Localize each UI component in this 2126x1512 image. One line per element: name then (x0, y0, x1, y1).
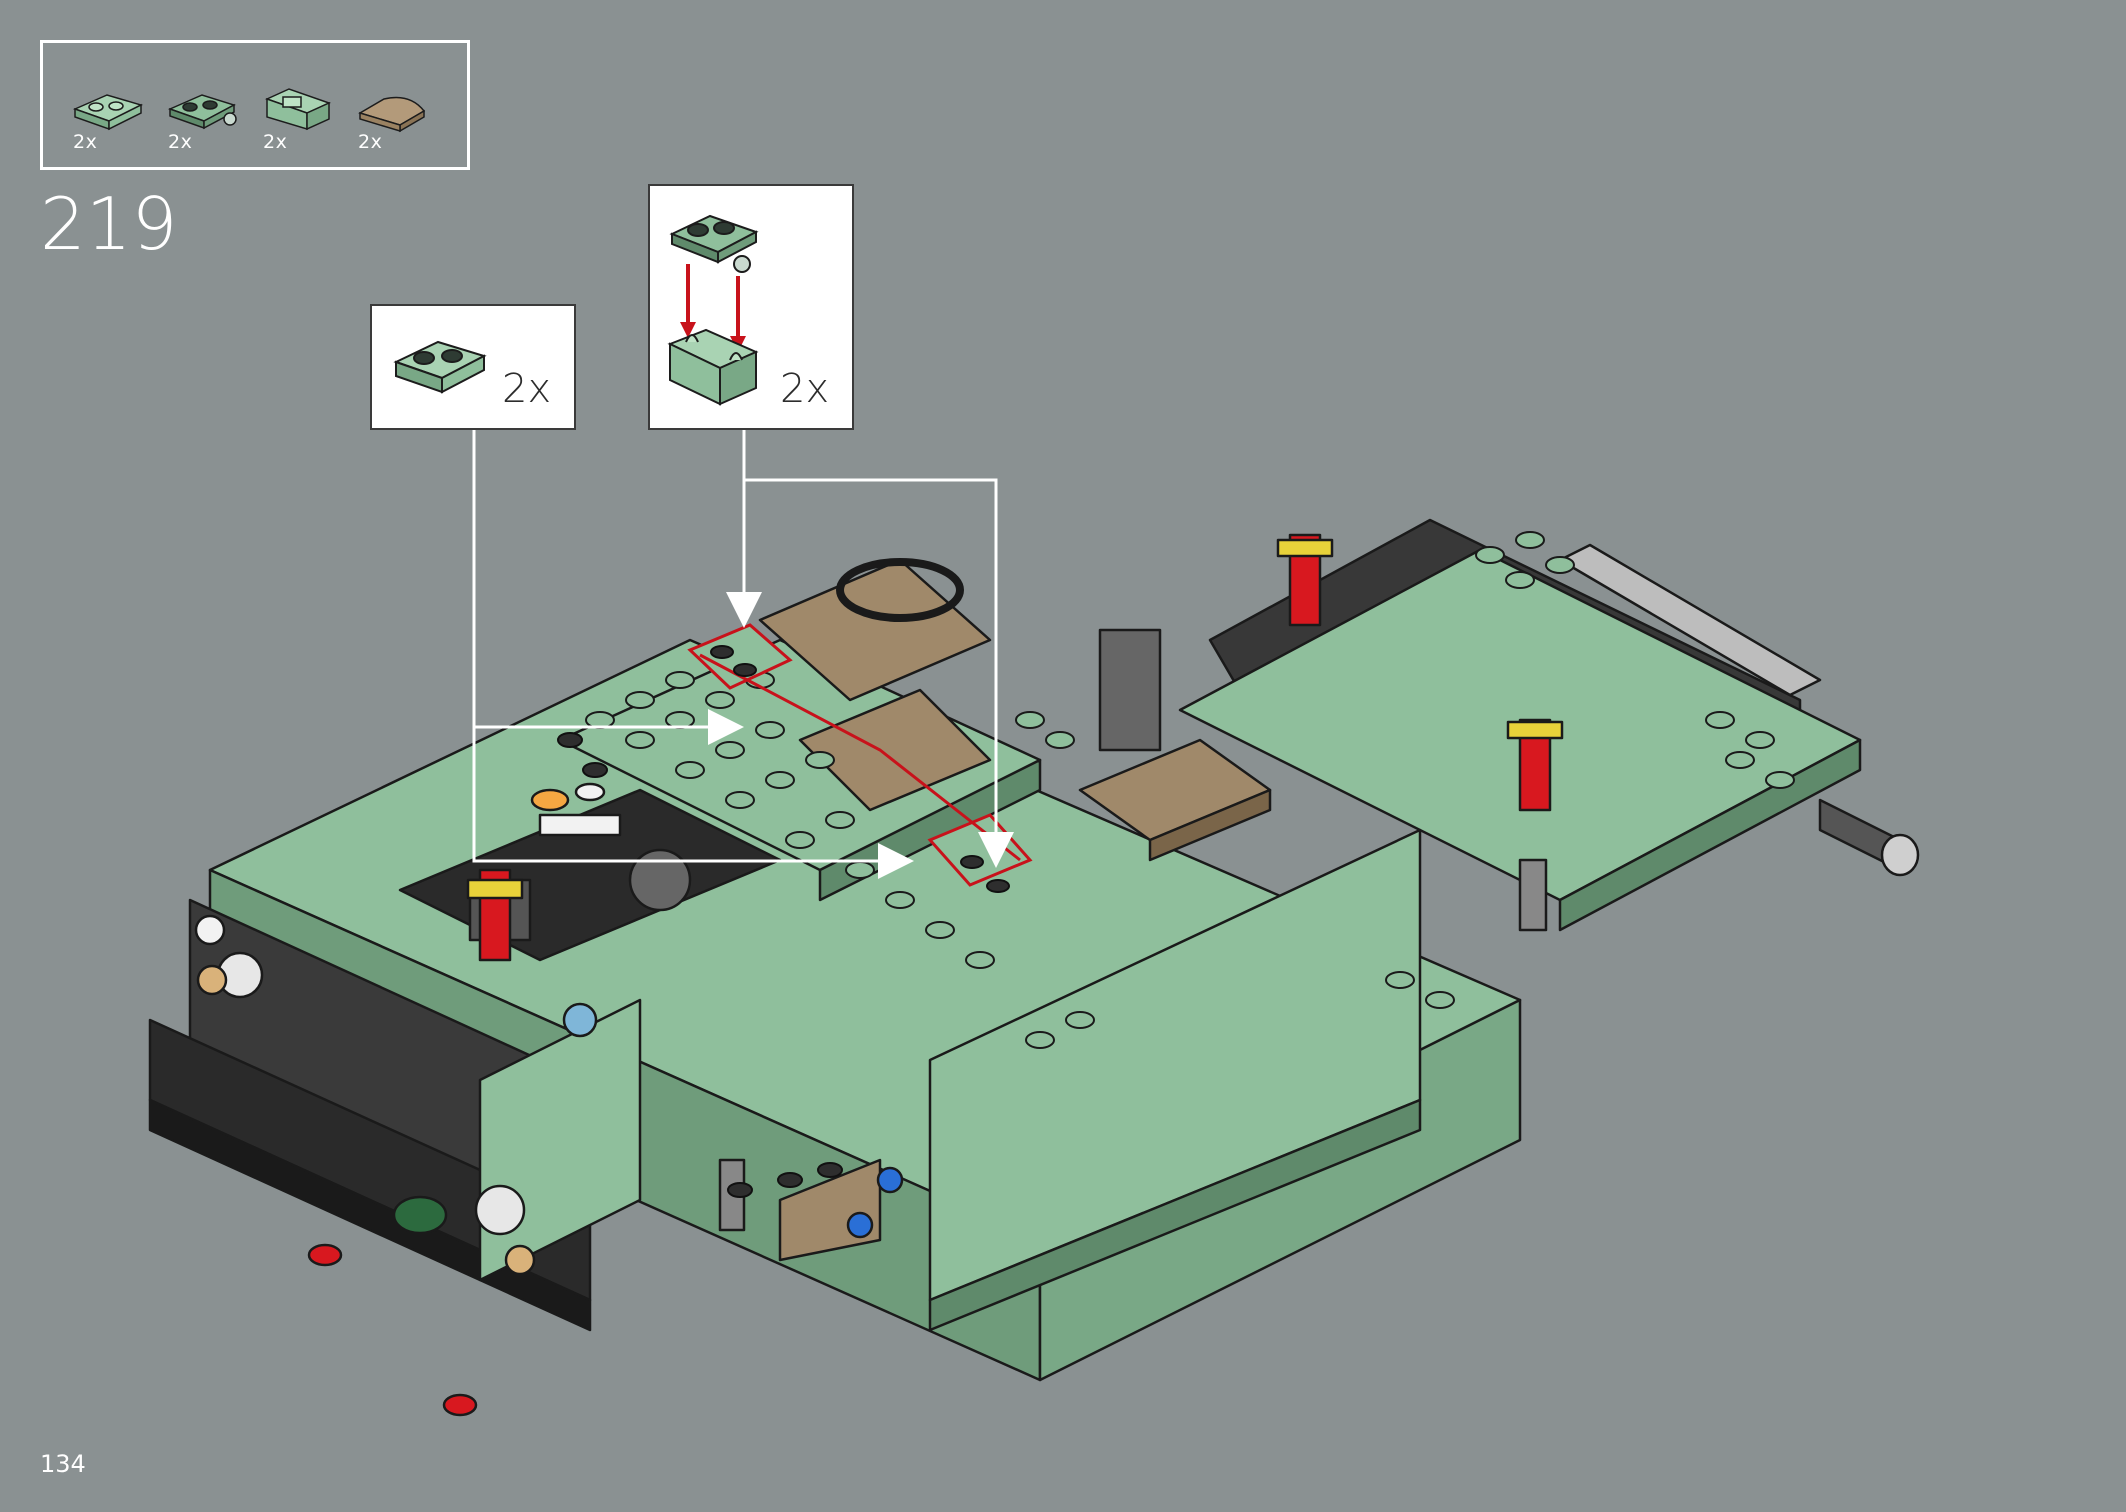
callout-plate: 2x (370, 304, 576, 430)
callout-clip-assembly: 2x (648, 184, 854, 430)
callout-leader-lines (472, 428, 1014, 879)
callout-qty: 2x (502, 366, 552, 412)
leader-plate-2 (472, 727, 914, 879)
leader-plate-1 (472, 428, 744, 745)
leader-clip-2 (744, 478, 1014, 868)
clip-bracket-assembly-icon (667, 214, 759, 406)
page-number: 134 (40, 1450, 86, 1478)
sand-green-plate-1x2-icon (393, 340, 487, 394)
callout-qty: 2x (780, 366, 830, 412)
